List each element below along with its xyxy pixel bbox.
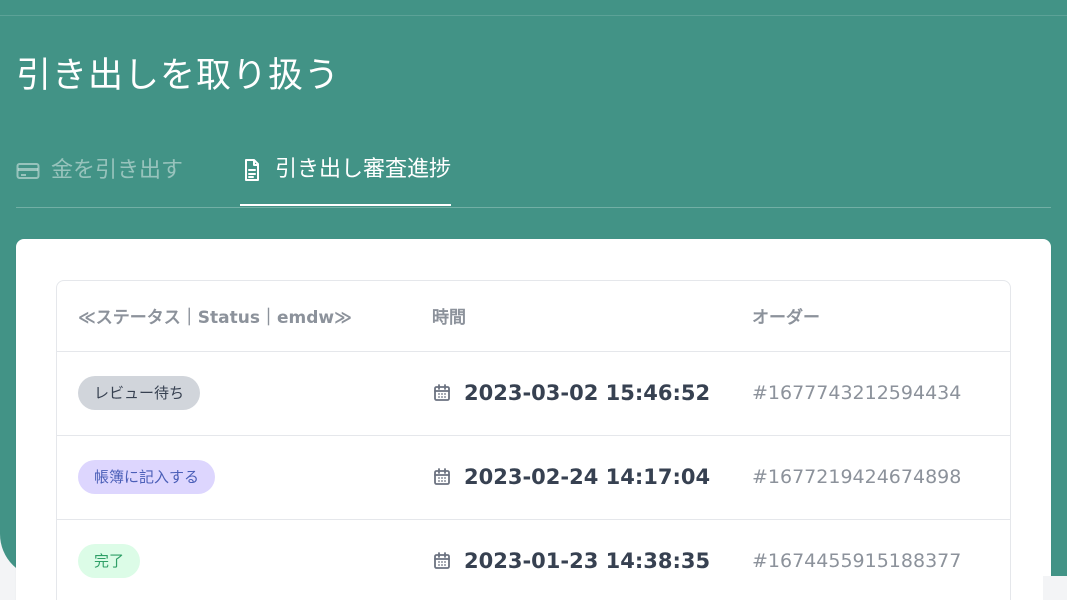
time-value-group: 2023-01-23 14:38:35 xyxy=(432,520,752,600)
page-title: 引き出しを取り扱う xyxy=(16,56,341,96)
time-cell: 2023-03-02 15:46:52 xyxy=(432,351,752,435)
table-header-row: ≪ステータス｜Status｜emdw≫ 時間 オーダー xyxy=(57,281,1010,351)
table-row: レビュー待ち 2023-03-02 15:46:52 #167774321259… xyxy=(57,351,1010,435)
order-cell: #1674455915188377 xyxy=(752,519,1010,600)
withdrawal-history-table: ≪ステータス｜Status｜emdw≫ 時間 オーダー レビュー待ち 2023-… xyxy=(57,281,1010,600)
withdrawal-time: 2023-03-02 15:46:52 xyxy=(464,381,711,405)
order-cell: #1677743212594434 xyxy=(752,351,1010,435)
status-badge: レビュー待ち xyxy=(78,376,201,410)
time-cell: 2023-01-23 14:38:35 xyxy=(432,519,752,600)
tab-withdrawal-review-progress-label: 引き出し審査進捗 xyxy=(275,157,452,182)
document-icon xyxy=(240,158,264,182)
calendar-icon xyxy=(432,551,452,571)
withdrawal-page: 引き出しを取り扱う 金を引き出す 引き出し審査進捗 ≪ステータス｜Status｜… xyxy=(0,0,1067,600)
status-cell: 帳簿に記入する xyxy=(57,435,432,519)
order-number: #1674455915188377 xyxy=(752,550,962,572)
tab-withdraw-money-label: 金を引き出す xyxy=(51,158,184,183)
status-cell: レビュー待ち xyxy=(57,351,432,435)
time-column-header: 時間 xyxy=(432,308,466,329)
status-badge: 完了 xyxy=(78,544,141,578)
table-body: レビュー待ち 2023-03-02 15:46:52 #167774321259… xyxy=(57,351,1010,600)
status-badge: 帳簿に記入する xyxy=(78,460,216,494)
withdrawal-history-card: ≪ステータス｜Status｜emdw≫ 時間 オーダー レビュー待ち 2023-… xyxy=(16,239,1051,600)
calendar-icon xyxy=(432,467,452,487)
time-cell: 2023-02-24 14:17:04 xyxy=(432,435,752,519)
order-cell: #1677219424674898 xyxy=(752,435,1010,519)
order-number: #1677743212594434 xyxy=(752,382,962,404)
table-row: 完了 2023-01-23 14:38:35 #1674455915188377 xyxy=(57,519,1010,600)
status-cell: 完了 xyxy=(57,519,432,600)
tab-withdrawal-review-progress[interactable]: 引き出し審査進捗 xyxy=(240,136,452,206)
table-header: ≪ステータス｜Status｜emdw≫ 時間 オーダー xyxy=(57,281,1010,351)
calendar-icon xyxy=(432,383,452,403)
header-divider xyxy=(0,15,1067,16)
table-row: 帳簿に記入する 2023-02-24 14:17:04 #16772194246… xyxy=(57,435,1010,519)
withdrawal-time: 2023-02-24 14:17:04 xyxy=(464,465,711,489)
status-column-header: ≪ステータス｜Status｜emdw≫ xyxy=(78,308,352,329)
withdrawal-tabs: 金を引き出す 引き出し審査進捗 xyxy=(16,136,1051,208)
tab-withdraw-money[interactable]: 金を引き出す xyxy=(16,136,183,206)
withdrawal-time: 2023-01-23 14:38:35 xyxy=(464,549,711,573)
credit-card-icon xyxy=(16,159,40,183)
page-corner-background xyxy=(1043,576,1067,600)
time-value-group: 2023-02-24 14:17:04 xyxy=(432,436,752,519)
order-column-header: オーダー xyxy=(752,308,820,329)
time-value-group: 2023-03-02 15:46:52 xyxy=(432,352,752,435)
order-number: #1677219424674898 xyxy=(752,466,962,488)
withdrawal-history-table-container: ≪ステータス｜Status｜emdw≫ 時間 オーダー レビュー待ち 2023-… xyxy=(56,280,1011,600)
